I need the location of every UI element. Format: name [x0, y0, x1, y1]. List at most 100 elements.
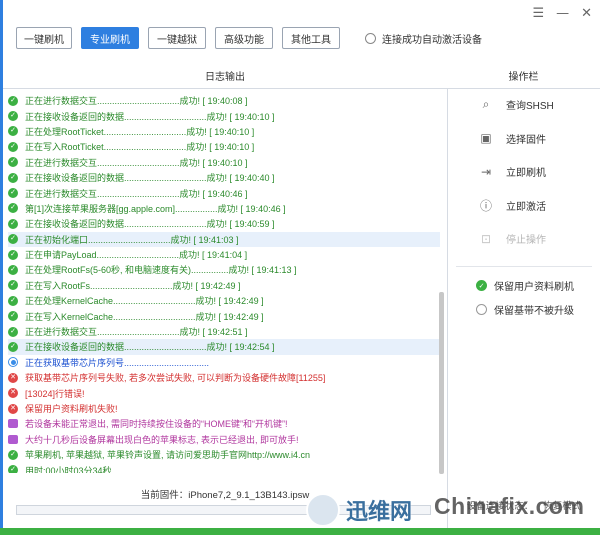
auto-activate-label: 连接成功自动激活设备	[382, 34, 482, 46]
success-check-icon: ✓	[8, 141, 18, 152]
log-panel-title: 日志输出	[205, 72, 245, 83]
log-text: 正在接收设备返回的数据.............................…	[25, 173, 275, 184]
log-text: 正在写入KernelCache.........................…	[25, 311, 264, 322]
one-click-jailbreak-button[interactable]: 一键越狱	[148, 27, 206, 49]
log-row: ✓ 正在接收设备返回的数据............................…	[8, 170, 440, 185]
log-text: 正在进行数据交互................................…	[25, 188, 248, 199]
pro-flash-button[interactable]: 专业刷机	[81, 27, 139, 49]
ops-panel-title: 操作栏	[508, 72, 539, 83]
menu-icon[interactable]: ☰	[532, 7, 544, 21]
success-check-icon: ✓	[8, 249, 18, 260]
success-check-icon: ✓	[8, 126, 18, 137]
cube-icon: ▣	[480, 131, 492, 146]
option-1[interactable]: 保留基带不被升级	[448, 298, 600, 322]
log-row: ✓ 正在初始化端口................................…	[8, 231, 440, 247]
log-row: ✓ 正在申请PayLoad............................…	[8, 247, 440, 262]
log-row: ✓ 正在写入RootTicket.........................…	[8, 139, 440, 154]
log-row: ✕ 保留用户资料刷机失败!	[8, 401, 440, 416]
success-check-icon: ✓	[8, 465, 18, 473]
log-row: ✓ 正在进行数据交互...............................…	[8, 324, 440, 339]
error-x-icon: ✕	[8, 388, 18, 399]
unchecked-radio-icon[interactable]	[476, 304, 487, 315]
success-check-icon: ✓	[8, 234, 18, 245]
error-x-icon: ✕	[8, 403, 18, 414]
op-label: 立即激活	[506, 201, 546, 213]
log-text: 正在处理RootTicket..........................…	[25, 126, 255, 137]
success-check-icon: ✓	[8, 172, 18, 183]
success-check-icon: ✓	[8, 295, 18, 306]
alert-icon: ⓘ	[479, 198, 492, 213]
success-check-icon: ✓	[8, 449, 18, 460]
log-row: ✓ 正在接收设备返回的数据............................…	[8, 108, 440, 123]
success-check-icon: ✓	[8, 203, 18, 214]
error-x-icon: ✕	[8, 372, 18, 383]
log-row: ✓ 正在写入KernelCache........................…	[8, 308, 440, 323]
op-label: 立即刷机	[506, 168, 546, 180]
log-text: 苹果刷机, 苹果越狱, 苹果铃声设置, 请访问爱思助手官网http://www.…	[25, 450, 311, 461]
other-tools-button[interactable]: 其他工具	[282, 27, 340, 49]
op-flash-button[interactable]: ⇥ 立即刷机	[448, 155, 600, 189]
log-row: ✕ 获取基带芯片序列号失败, 若多次尝试失败, 可以判断为设备硬件故障[11255…	[8, 370, 440, 385]
op-search-button[interactable]: ⌕ 查询SHSH	[448, 88, 600, 122]
option-0[interactable]: ✓ 保留用户资料刷机	[448, 274, 600, 298]
op-alert-button[interactable]: ⓘ 立即激活	[448, 189, 600, 223]
log-row: ✓ 正在处理KernelCache........................…	[8, 293, 440, 308]
mode-toolbar: 一键刷机 专业刷机 一键越狱 高级功能 其他工具 连接成功自动激活设备	[16, 27, 482, 49]
success-check-icon: ✓	[8, 341, 18, 352]
success-check-icon: ✓	[8, 280, 18, 291]
op-label: 查询SHSH	[506, 101, 554, 113]
log-text: 正在进行数据交互................................…	[25, 96, 248, 107]
log-row: ✕ [13024]行错误!	[8, 385, 440, 400]
window-controls: ☰ — ✕	[532, 7, 592, 21]
log-text: 正在接收设备返回的数据.............................…	[25, 342, 275, 353]
tip-message-icon	[8, 434, 18, 444]
log-text: 正在初始化端口.................................…	[25, 234, 239, 245]
success-check-icon: ✓	[8, 218, 18, 229]
in-progress-icon	[8, 357, 18, 368]
watermark-logo-icon	[306, 493, 340, 527]
log-row: ✓ 苹果刷机, 苹果越狱, 苹果铃声设置, 请访问爱思助手官网http://www…	[8, 447, 440, 462]
log-text: [13024]行错误!	[25, 388, 85, 399]
close-icon[interactable]: ✕	[581, 7, 592, 21]
search-icon: ⌕	[482, 97, 490, 112]
option-label: 保留用户资料刷机	[494, 282, 574, 293]
log-text: 正在申请PayLoad.............................…	[25, 250, 248, 261]
success-check-icon: ✓	[8, 157, 18, 168]
advanced-features-button[interactable]: 高级功能	[215, 27, 273, 49]
success-check-icon: ✓	[8, 111, 18, 122]
log-text: 大约十几秒后设备屏幕出现白色的苹果标志, 表示已经退出, 即可放手!	[25, 434, 299, 445]
log-row: 大约十几秒后设备屏幕出现白色的苹果标志, 表示已经退出, 即可放手!	[8, 432, 440, 447]
log-row: ✓ 正在处理RootFs(5-60秒, 和电脑速度有关).............…	[8, 262, 440, 277]
minimize-icon[interactable]: —	[556, 7, 569, 21]
op-label: 停止操作	[506, 235, 546, 247]
log-text: 若设备未能正常退出, 需同时持续按住设备的“HOME键”和“开机键”!	[25, 419, 288, 430]
bottom-status-stripe	[0, 528, 600, 535]
log-text: 正在获取基带芯片序列号.............................…	[25, 357, 210, 368]
log-text: 正在写入RootFs..............................…	[25, 280, 241, 291]
log-text: 正在处理KernelCache.........................…	[25, 296, 264, 307]
log-row: 若设备未能正常退出, 需同时持续按住设备的“HOME键”和“开机键”!	[8, 416, 440, 431]
log-text: 用时:00小时03分34秒	[25, 465, 112, 473]
op-stop-button[interactable]: ⊡ 停止操作	[448, 222, 600, 256]
option-label: 保留基带不被升级	[494, 306, 574, 317]
log-text: 第[1]次连接苹果服务器[gg.apple.com]..............…	[25, 203, 286, 214]
log-row: ✓ 第[1]次连接苹果服务器[gg.apple.com].............…	[8, 201, 440, 216]
log-text: 正在进行数据交互................................…	[25, 157, 248, 168]
op-label: 选择固件	[506, 134, 546, 146]
checked-radio-icon[interactable]: ✓	[476, 280, 487, 291]
log-row: ✓ 正在接收设备返回的数据............................…	[8, 216, 440, 231]
ops-divider	[456, 265, 592, 267]
op-cube-button[interactable]: ▣ 选择固件	[448, 122, 600, 156]
log-row: ✓ 正在进行数据交互...............................…	[8, 185, 440, 200]
auto-activate-option[interactable]: 连接成功自动激活设备	[365, 31, 482, 46]
one-click-flash-button[interactable]: 一键刷机	[16, 27, 72, 49]
log-row: ✓ 正在处理RootTicket.........................…	[8, 124, 440, 139]
log-output[interactable]: ✓ 正在进行数据交互...............................…	[8, 93, 440, 473]
log-row: ✓ 用时:00小时03分34秒	[8, 462, 440, 473]
log-text: 正在接收设备返回的数据.............................…	[25, 219, 275, 230]
tip-message-icon	[8, 419, 18, 429]
success-check-icon: ✓	[8, 311, 18, 322]
log-scrollbar-thumb[interactable]	[439, 292, 444, 474]
auto-activate-radio[interactable]	[365, 32, 376, 44]
success-check-icon: ✓	[8, 95, 18, 106]
